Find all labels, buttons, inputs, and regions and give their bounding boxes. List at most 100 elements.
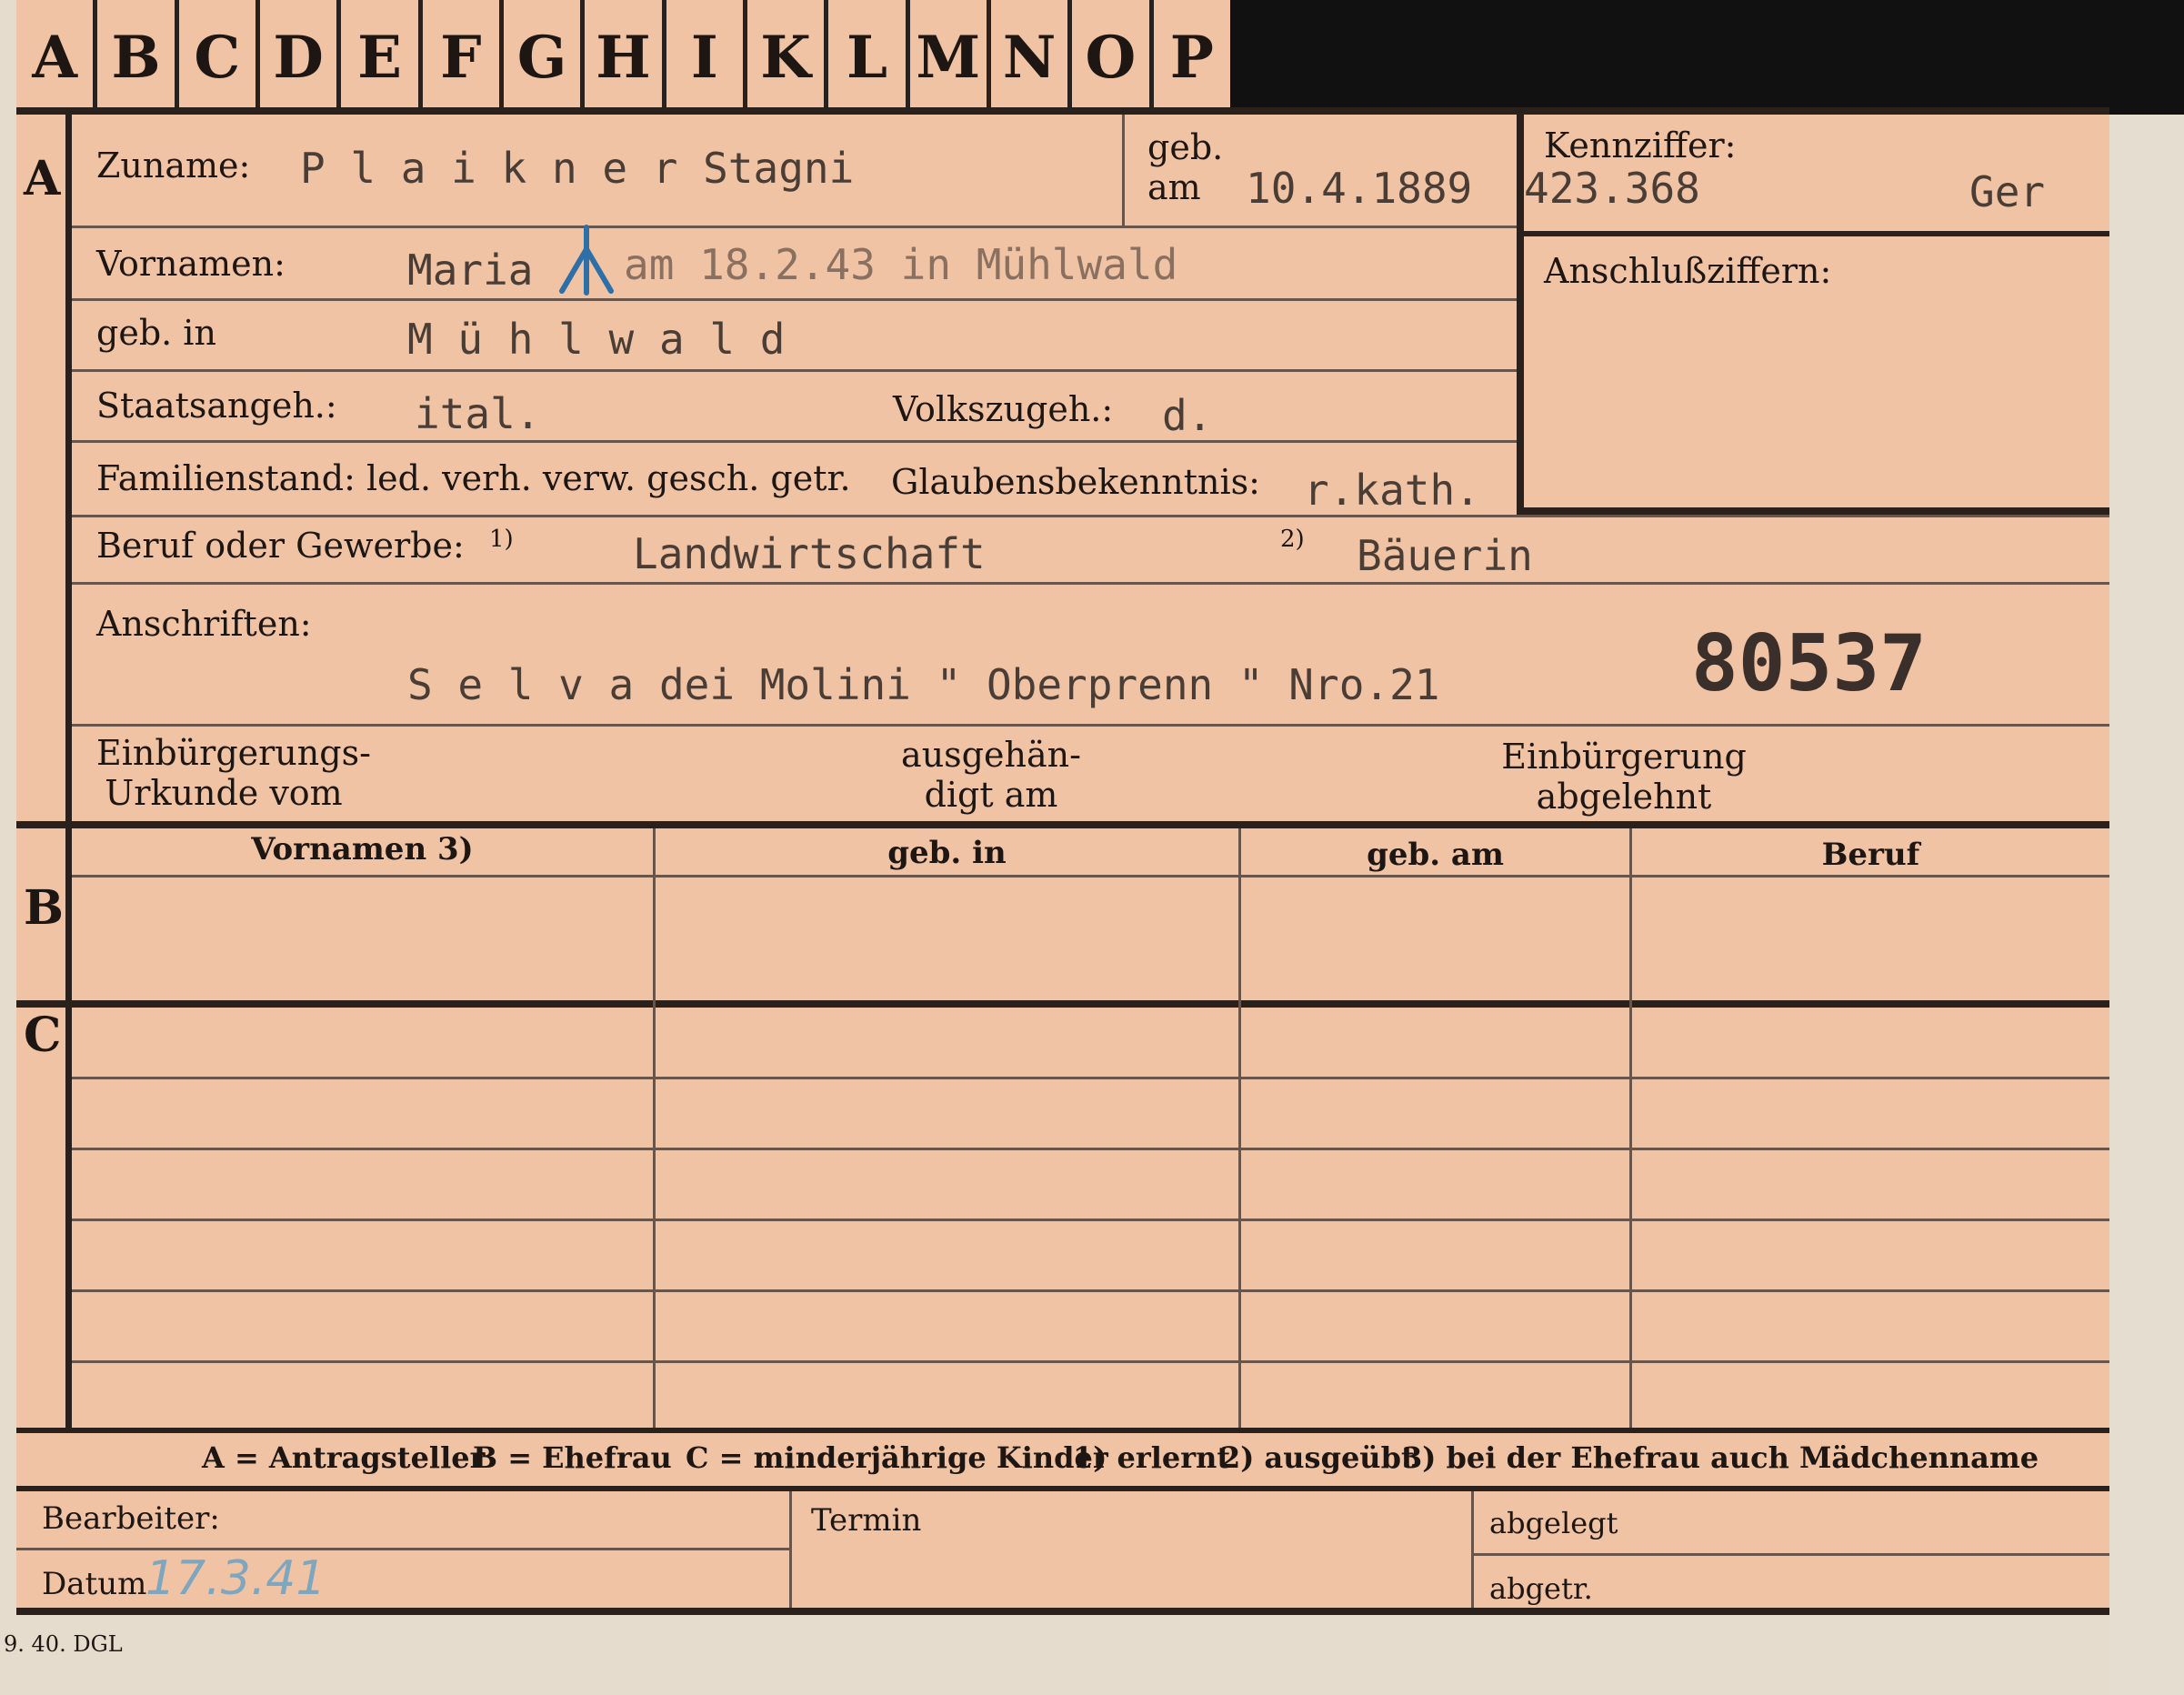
col-rule <box>1238 828 1241 1428</box>
vornamen-value: Maria <box>407 246 534 295</box>
legend-b: B = Ehefrau <box>473 1440 672 1475</box>
row-rule <box>72 515 2109 517</box>
legend-c: C = minderjährige Kinder <box>686 1440 1108 1475</box>
row-rule <box>72 440 1517 443</box>
row-rule <box>72 369 1517 372</box>
tab-letter: M <box>910 0 991 115</box>
col-rule <box>789 1491 792 1608</box>
einbuergerung-abgelehnt-label-line1: Einbürgerung <box>1501 737 1747 777</box>
anschriften-value: S e l v a dei Molini " Oberprenn " Nro.2… <box>407 660 1440 709</box>
tab-letter: B <box>97 0 179 115</box>
row-rule <box>72 724 2109 727</box>
ausgehaendigt-label-line1: ausgehän- <box>901 735 1081 775</box>
einbuergerungsurkunde-label-line2: Urkunde vom <box>105 773 343 813</box>
row-rule <box>72 298 1517 301</box>
alphabet-tabs: A B C D E F G H I K L M N O P <box>16 0 1230 115</box>
tab-letter: C <box>179 0 260 115</box>
gebin-label: geb. in <box>96 313 216 353</box>
legend-bottom-rule <box>16 1486 2109 1491</box>
termin-label: Termin <box>811 1502 922 1539</box>
tab-letter: F <box>423 0 504 115</box>
row-rule <box>72 1077 2109 1079</box>
row-rule <box>72 226 1517 228</box>
kennziffer-box-bottom <box>1517 507 2109 515</box>
row-rule <box>1471 1553 2109 1556</box>
table-header-vornamen: Vornamen 3) <box>251 831 474 868</box>
beruf-erlernt-value: Landwirtschaft <box>633 529 986 578</box>
card-bottom-rule <box>16 1608 2109 1615</box>
anschlussziffern-label: Anschlußziffern: <box>1544 251 1832 291</box>
kennziffer-value: 423.368 <box>1524 164 1700 213</box>
row-rule <box>72 1360 2109 1363</box>
print-code: 9. 40. DGL <box>4 1631 123 1657</box>
row-rule <box>72 1289 2109 1292</box>
section-b-rule <box>16 821 2109 828</box>
section-column-rule <box>65 115 72 1433</box>
tab-letter: G <box>504 0 586 115</box>
scan-background-right <box>2109 115 2184 1695</box>
row-rule <box>72 875 2109 878</box>
beruf-footnote-1: 1) <box>489 526 514 553</box>
datum-value: 17.3.41 <box>145 1551 326 1606</box>
death-note: am 18.2.43 in Mühlwald <box>624 240 1178 289</box>
volkszugehoerigkeit-value: d. <box>1162 391 1213 440</box>
legend-top-rule <box>16 1428 2109 1433</box>
abgelegt-label: abgelegt <box>1489 1506 1618 1540</box>
card-top-rule <box>16 107 2109 115</box>
table-header-beruf: Beruf <box>1821 837 1920 873</box>
abgetr-label: abgetr. <box>1489 1571 1593 1606</box>
anschriften-label: Anschriften: <box>96 604 312 644</box>
volkszugehoerigkeit-label: Volkszugeh.: <box>893 389 1114 429</box>
row-rule <box>16 1548 789 1550</box>
kennziffer-box-left <box>1517 115 1524 515</box>
section-c-rule <box>16 1000 2109 1008</box>
legend-a: A = Antragsteller <box>202 1440 486 1475</box>
tab-letter: P <box>1169 23 1214 92</box>
tab-letter: K <box>747 0 829 115</box>
tab-letter: N <box>991 0 1073 115</box>
row-rule <box>72 1148 2109 1150</box>
bearbeiter-label: Bearbeiter: <box>42 1500 220 1537</box>
col-rule <box>1471 1491 1474 1608</box>
row-rule <box>72 582 2109 585</box>
legend-note-2: 2) ausgeübt <box>1220 1440 1415 1475</box>
tab-letter: A <box>16 0 98 115</box>
kennziffer-divider <box>1517 231 2109 236</box>
geb-am-label: geb. <box>1147 127 1224 167</box>
table-header-gebin: geb. in <box>887 835 1007 871</box>
tab-letter: E <box>341 0 423 115</box>
col-rule <box>653 828 656 1428</box>
einbuergerungsurkunde-label-line1: Einbürgerungs- <box>96 733 371 773</box>
einbuergerungsurkunde-label: Einbürgerungs- Urkunde vom <box>96 733 371 813</box>
gebin-value: M ü h l w a l d <box>407 315 786 364</box>
zuname-label: Zuname: <box>96 145 251 186</box>
tab-letter: H <box>585 0 666 115</box>
section-label-a: A <box>24 151 61 206</box>
col-rule <box>1629 828 1632 1428</box>
glaubensbekenntnis-label: Glaubensbekenntnis: <box>891 462 1260 502</box>
stamp-number: 80537 <box>1691 618 1927 709</box>
kennziffer-suffix: Ger <box>1969 167 2046 216</box>
tab-letter: L <box>828 0 910 115</box>
geb-am-value: 10.4.1889 <box>1246 164 1473 213</box>
row-rule <box>72 1219 2109 1221</box>
zuname-value: P l a i k n e r Stagni <box>300 144 855 193</box>
staatsangehoerigkeit-value: ital. <box>415 389 541 438</box>
death-cross-mark-icon <box>559 225 614 296</box>
section-label-c: C <box>24 1008 62 1063</box>
einbuergerung-abgelehnt-label-line2: abgelehnt <box>1536 777 1712 817</box>
geb-am-label-2: am <box>1147 167 1201 207</box>
vornamen-label: Vornamen: <box>96 244 286 284</box>
geb-am-divider <box>1122 115 1125 226</box>
ausgehaendigt-label: ausgehän- digt am <box>855 735 1127 815</box>
section-label-b: B <box>24 880 64 936</box>
glaubensbekenntnis-value: r.kath. <box>1304 466 1480 515</box>
staatsangehoerigkeit-label: Staatsangeh.: <box>96 386 337 426</box>
scan-background-top <box>1230 0 2184 115</box>
datum-label: Datum <box>42 1566 147 1602</box>
einbuergerung-abgelehnt-label: Einbürgerung abgelehnt <box>1488 737 1760 817</box>
kennziffer-label: Kennziffer: <box>1544 125 1737 165</box>
tab-letter: D <box>260 0 342 115</box>
beruf-footnote-2: 2) <box>1280 526 1305 553</box>
familienstand-label: Familienstand: led. verh. verw. gesch. g… <box>96 458 851 498</box>
